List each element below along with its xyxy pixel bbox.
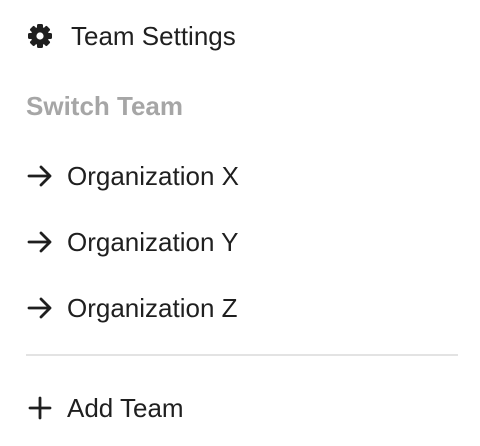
- gear-icon: [26, 22, 54, 50]
- arrow-right-icon: [26, 294, 54, 322]
- team-item-label: Organization Z: [67, 292, 238, 323]
- switch-team-heading: Switch Team: [26, 91, 184, 121]
- arrow-right-icon: [26, 228, 54, 256]
- team-settings-item[interactable]: Team Settings: [26, 16, 236, 56]
- team-item-label: Organization X: [67, 160, 239, 191]
- arrow-right-icon: [26, 162, 54, 190]
- team-item-organization-y[interactable]: Organization Y: [26, 222, 239, 262]
- menu-divider: [26, 354, 458, 356]
- add-team-label: Add Team: [67, 392, 184, 423]
- team-settings-label: Team Settings: [71, 20, 236, 51]
- team-item-label: Organization Y: [67, 226, 239, 257]
- team-item-organization-x[interactable]: Organization X: [26, 156, 239, 196]
- team-item-organization-z[interactable]: Organization Z: [26, 288, 238, 328]
- add-team-button[interactable]: Add Team: [26, 388, 184, 428]
- team-menu: Team Settings Switch Team Organization X…: [0, 0, 480, 446]
- plus-icon: [26, 394, 54, 422]
